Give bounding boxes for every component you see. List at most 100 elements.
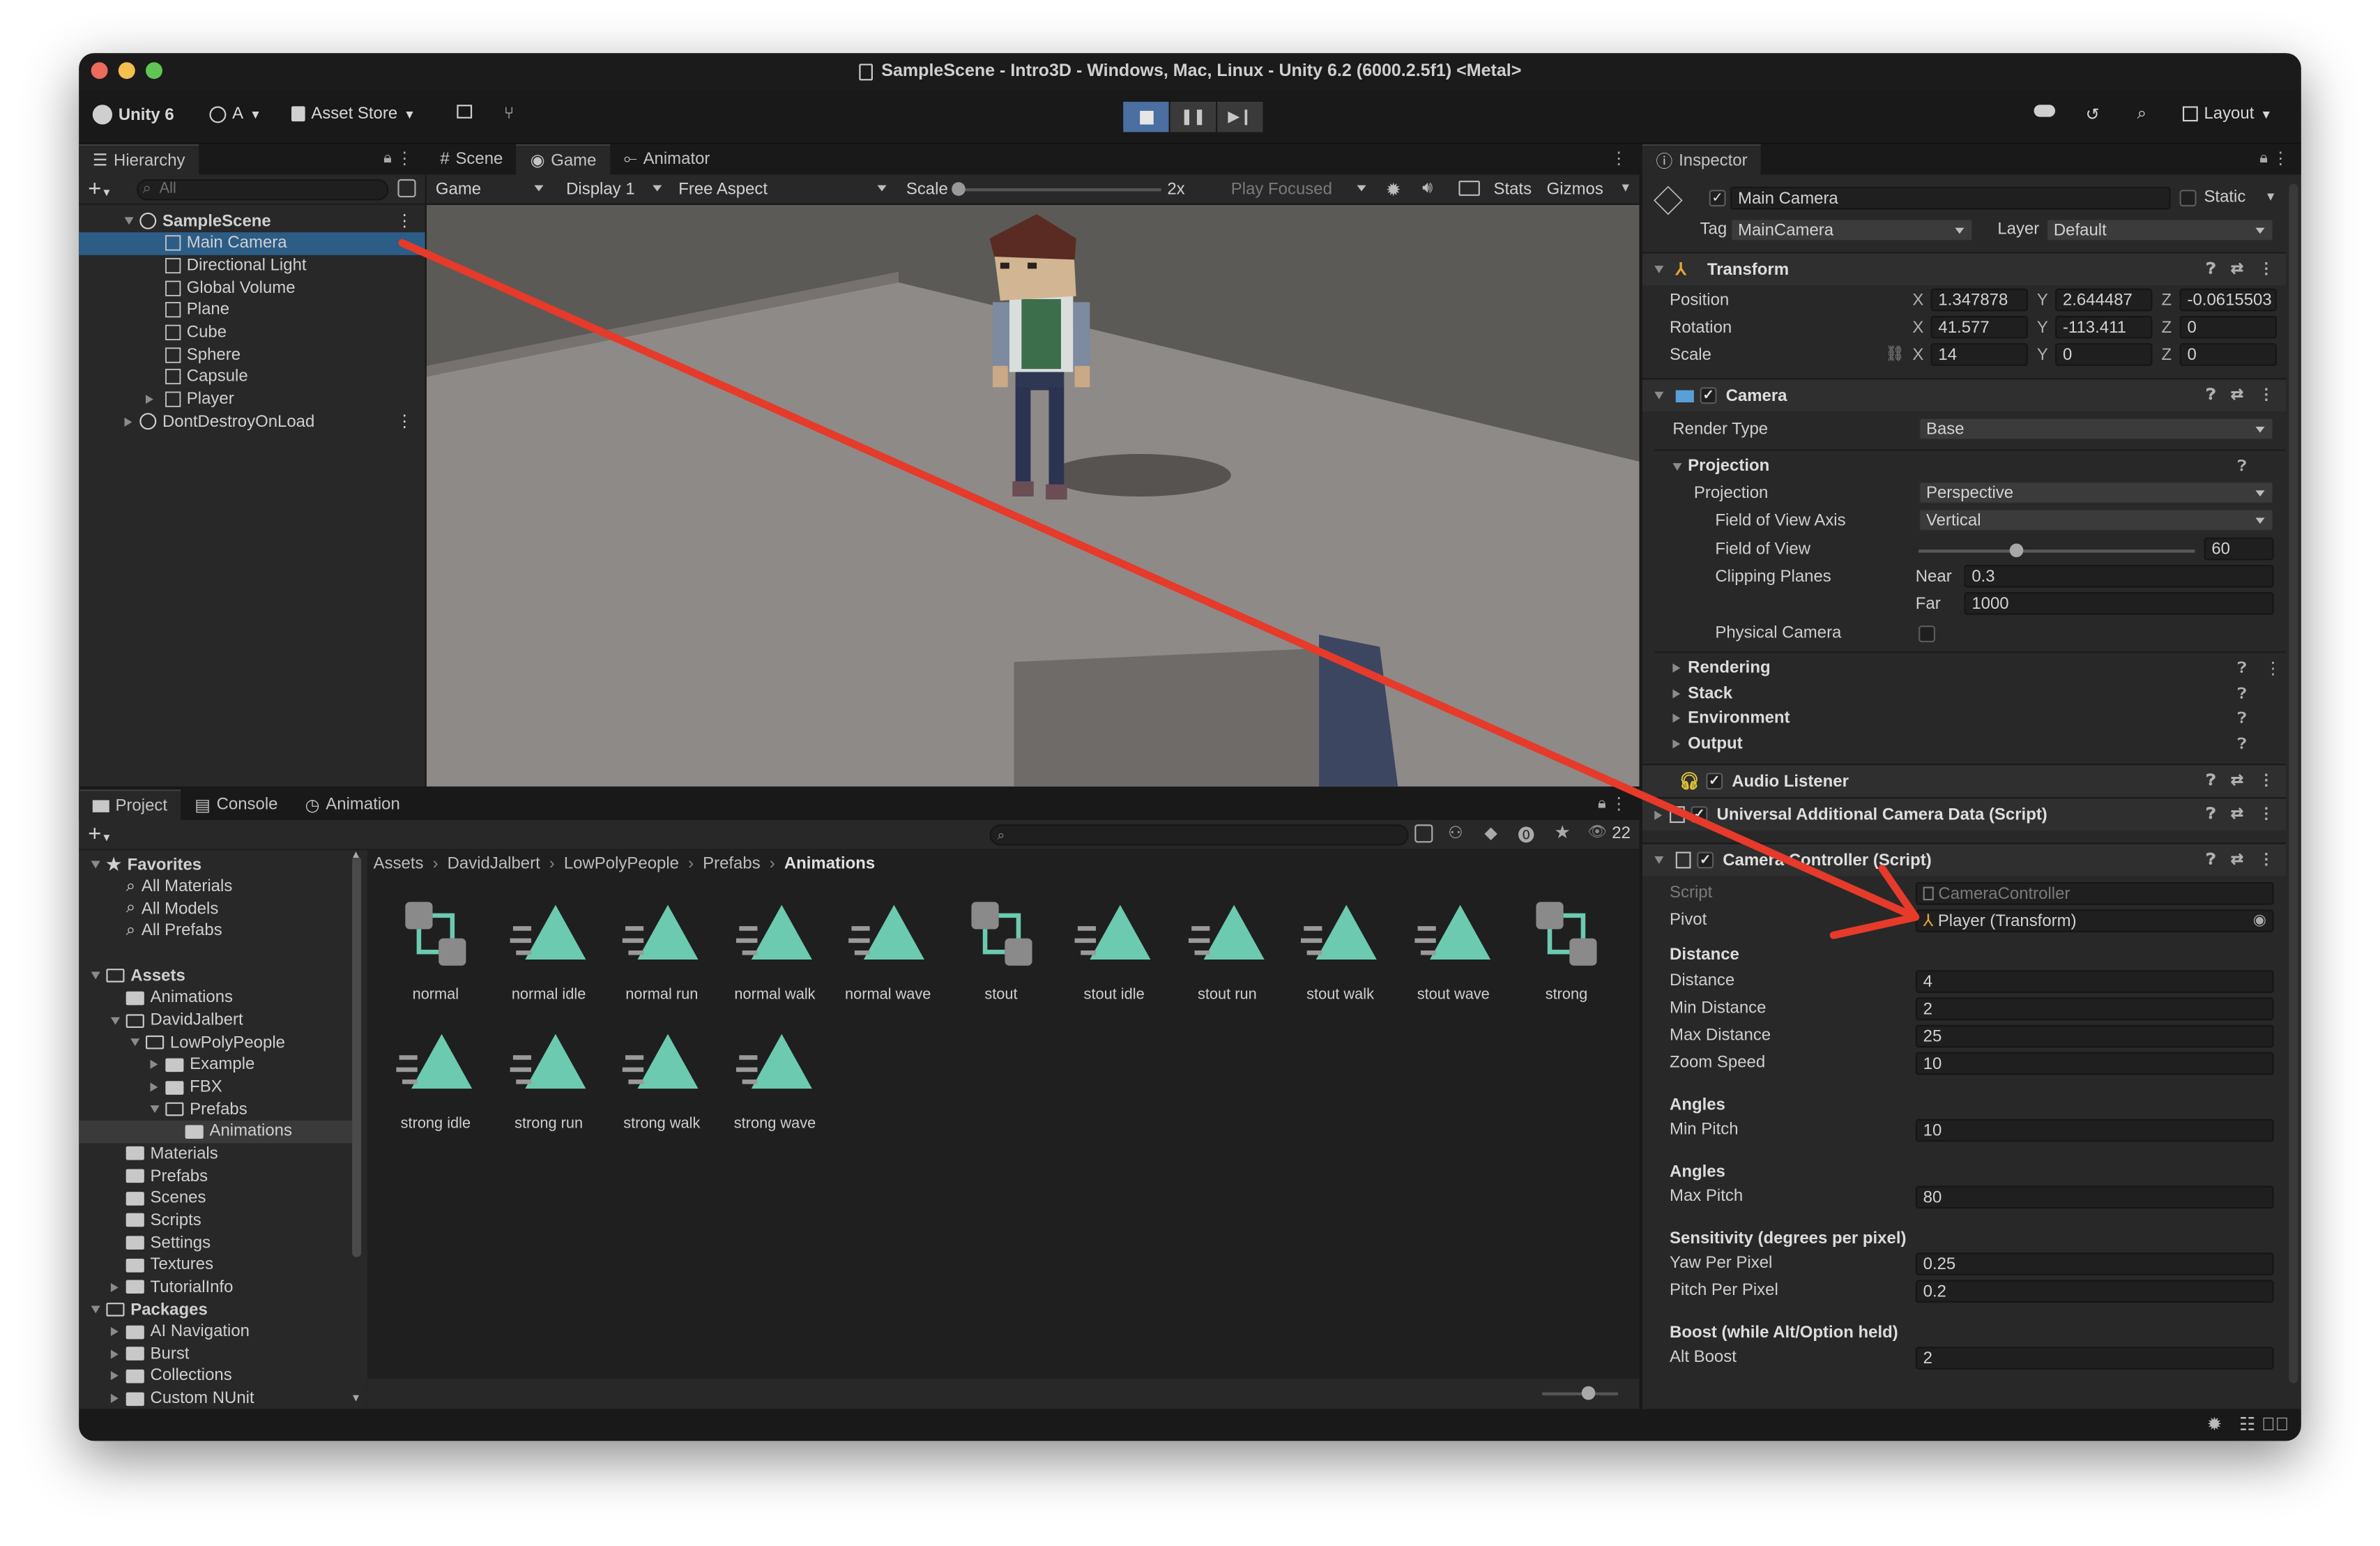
hierarchy-search-input[interactable]: ⌕ All xyxy=(136,179,389,201)
help-icon[interactable]: ❓︎ xyxy=(2237,736,2246,752)
project-tree-item[interactable]: ⌕ All Prefabs xyxy=(79,920,352,943)
uacd-header[interactable]: ✓ Universal Additional Camera Data (Scri… xyxy=(1642,797,2287,831)
help-icon[interactable]: ❓︎ xyxy=(2206,773,2215,789)
keyboard-icon[interactable] xyxy=(1458,181,1480,196)
help-icon[interactable]: ❓︎ xyxy=(2237,685,2246,702)
play-focused-dropdown[interactable]: Play Focused xyxy=(1225,177,1374,201)
rotation-z-input[interactable]: 0 xyxy=(2179,315,2277,339)
game-mode-dropdown[interactable]: Game xyxy=(429,177,551,201)
project-tree-item[interactable]: AI Navigation xyxy=(79,1320,352,1343)
preset-icon[interactable]: ⇄ xyxy=(2231,261,2243,278)
pivot-field[interactable]: ⅄ Player (Transform) ◉ xyxy=(1915,909,2274,932)
asset-item[interactable]: normal xyxy=(379,896,491,1011)
help-icon[interactable]: ❓︎ xyxy=(2206,851,2215,868)
camera-header[interactable]: ✓ Camera ❓︎ ⇄ ⋮ xyxy=(1642,378,2287,412)
display-dropdown[interactable]: Display 1 xyxy=(560,177,670,201)
projection-section[interactable]: Projection xyxy=(1672,457,1769,475)
hierarchy-item[interactable]: Plane xyxy=(79,298,425,321)
lock-icon[interactable]: 🔒︎ xyxy=(383,151,392,167)
inspector-scrollbar[interactable] xyxy=(2289,183,2298,1384)
lock-icon[interactable]: 🔒︎ xyxy=(2259,151,2268,167)
preset-icon[interactable]: ⇄ xyxy=(2231,806,2243,823)
position-z-input[interactable]: -0.0615503 xyxy=(2179,288,2277,312)
scroll-down-icon[interactable]: ▼ xyxy=(351,1394,361,1404)
project-tree-item[interactable]: Packages xyxy=(79,1298,352,1321)
transform-header[interactable]: ⅄ Transform ❓︎ ⇄ ⋮ xyxy=(1642,252,2287,286)
tab-inspector[interactable]: ⓘ Inspector xyxy=(1642,144,1762,175)
project-tree-item[interactable]: Textures xyxy=(79,1254,352,1277)
kebab-menu-icon[interactable]: ⋮ xyxy=(2259,387,2274,404)
project-tree-item[interactable]: Burst xyxy=(79,1342,352,1365)
account-dropdown[interactable]: A ▼ xyxy=(209,105,261,123)
tab-hierarchy[interactable]: ☰ Hierarchy xyxy=(79,144,199,175)
asset-item[interactable]: stout xyxy=(945,896,1057,1011)
breadcrumb-item[interactable]: LowPolyPeople xyxy=(564,855,679,873)
kebab-menu-icon[interactable]: ⋮ xyxy=(396,412,413,432)
asset-item[interactable]: strong wave xyxy=(719,1025,831,1140)
tag-dropdown[interactable]: MainCamera xyxy=(1730,218,1974,242)
breadcrumb-item[interactable]: Animations xyxy=(784,855,875,873)
search-by-type-icon[interactable] xyxy=(1414,824,1433,843)
project-tree-item[interactable]: Materials xyxy=(79,1142,352,1165)
breadcrumb-item[interactable]: DavidJalbert xyxy=(448,855,540,873)
project-tree-item[interactable]: Scenes xyxy=(79,1187,352,1210)
hidden-packages-icon[interactable]: 👁︎ xyxy=(1587,824,1607,841)
help-icon[interactable]: ❓︎ xyxy=(2237,711,2246,727)
zoom-window-button[interactable] xyxy=(146,62,162,79)
history-button[interactable]: ↺ xyxy=(2086,105,2100,124)
gizmos-button[interactable]: Gizmos xyxy=(1547,181,1603,199)
project-tree-item[interactable]: Assets xyxy=(79,964,352,987)
hierarchy-scene-row[interactable]: SampleScene ⋮ xyxy=(79,209,425,232)
scale-z-input[interactable]: 0 xyxy=(2179,343,2277,366)
hierarchy-item[interactable]: Player xyxy=(79,388,425,411)
preset-icon[interactable]: ⇄ xyxy=(2231,773,2243,789)
project-tree-item[interactable]: LowPolyPeople xyxy=(79,1031,352,1054)
min_distance-input[interactable]: 2 xyxy=(1915,997,2274,1021)
kebab-menu-icon[interactable]: ⋮ xyxy=(2259,261,2274,278)
asset-item[interactable]: normal run xyxy=(606,896,718,1011)
project-tree-item[interactable]: ⌕ All Materials xyxy=(79,876,352,899)
camera-controller-checkbox[interactable]: ✓ xyxy=(1697,851,1714,869)
asset-item[interactable]: strong walk xyxy=(606,1025,718,1140)
asset-store-dropdown[interactable]: Asset Store ▼ xyxy=(291,105,415,123)
min_pitch-input[interactable]: 10 xyxy=(1915,1119,2274,1142)
audio-listener-checkbox[interactable]: ✓ xyxy=(1706,773,1723,790)
search-by-label-icon[interactable]: ⚇ xyxy=(1448,823,1463,842)
project-tree-item[interactable]: Animations xyxy=(79,1120,353,1144)
project-tree-item[interactable]: Scripts xyxy=(79,1209,352,1232)
asset-item[interactable]: normal wave xyxy=(832,896,944,1011)
position-x-input[interactable]: 1.347878 xyxy=(1930,288,2028,312)
aspect-dropdown[interactable]: Free Aspect xyxy=(672,177,894,201)
version-control-button[interactable]: ⑂ xyxy=(504,105,514,123)
render-type-dropdown[interactable]: Base xyxy=(1919,417,2274,441)
asset-item[interactable]: stout wave xyxy=(1397,896,1509,1011)
project-tree-item[interactable]: Example xyxy=(79,1054,352,1077)
project-tree-item[interactable]: DavidJalbert xyxy=(79,1009,352,1032)
tree-scrollbar[interactable] xyxy=(352,856,362,1257)
max_pitch-input[interactable]: 80 xyxy=(1915,1185,2274,1209)
fov-slider-thumb[interactable] xyxy=(2009,543,2023,558)
chevron-down-icon[interactable]: ▼ xyxy=(2265,190,2277,204)
asset-item[interactable]: normal idle xyxy=(493,896,605,1011)
hierarchy-dontdestroy-row[interactable]: DontDestroyOnLoad ⋮ xyxy=(79,411,425,434)
camera-section-environment[interactable]: Environment xyxy=(1672,709,1790,727)
search-button[interactable]: ⌕ xyxy=(2137,105,2146,124)
chevron-down-icon[interactable]: ▼ xyxy=(1619,181,1631,195)
warning-icon[interactable]: ⓿ xyxy=(1518,823,1534,847)
kebab-menu-icon[interactable]: ⋮ xyxy=(1610,149,1627,169)
scroll-up-icon[interactable]: ▲ xyxy=(351,850,361,861)
project-tree-item[interactable]: TutorialInfo xyxy=(79,1276,352,1299)
help-icon[interactable]: ❓︎ xyxy=(2206,806,2215,823)
constrain-proportions-icon[interactable]: ⛓︎ xyxy=(1885,346,1905,363)
kebab-menu-icon[interactable]: ⋮ xyxy=(2259,773,2274,789)
max_distance-input[interactable]: 25 xyxy=(1915,1024,2274,1048)
camera-section-output[interactable]: Output xyxy=(1672,734,1743,752)
unity-account-button[interactable]: Unity 6 xyxy=(92,105,174,125)
asset-item[interactable]: strong run xyxy=(493,1025,605,1140)
fov-axis-dropdown[interactable]: Vertical xyxy=(1919,508,2274,532)
layout-dropdown[interactable]: Layout ▼ xyxy=(2182,105,2272,123)
tag-icon[interactable]: ◆ xyxy=(1484,823,1497,842)
hierarchy-item[interactable]: Cube xyxy=(79,321,425,344)
near-input[interactable]: 0.3 xyxy=(1964,564,2274,588)
tab-console[interactable]: ▤ Console xyxy=(181,789,291,820)
